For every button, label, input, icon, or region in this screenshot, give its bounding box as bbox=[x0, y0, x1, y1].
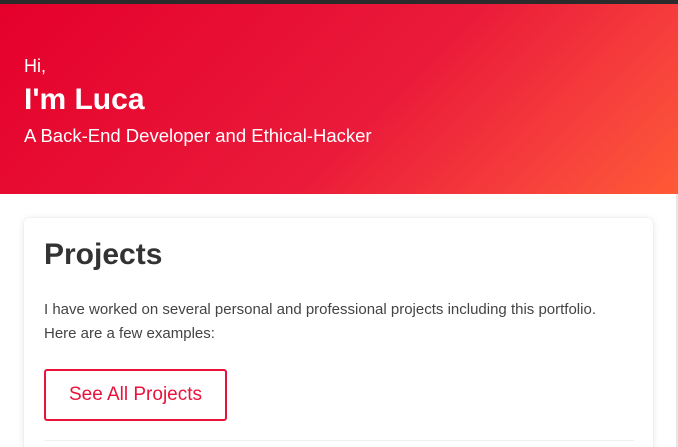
hero-banner: Hi, I'm Luca A Back-End Developer and Et… bbox=[0, 4, 678, 194]
page: Hi, I'm Luca A Back-End Developer and Et… bbox=[0, 0, 678, 447]
hero-tagline: A Back-End Developer and Ethical-Hacker bbox=[24, 125, 372, 146]
see-all-projects-button[interactable]: See All Projects bbox=[44, 369, 227, 421]
hero-greeting: Hi, bbox=[24, 56, 46, 76]
next-card-edge bbox=[44, 440, 634, 447]
projects-card: Projects I have worked on several person… bbox=[24, 218, 653, 447]
projects-title: Projects bbox=[44, 238, 163, 271]
hero-name: I'm Luca bbox=[24, 83, 145, 116]
projects-description: I have worked on several personal and pr… bbox=[44, 301, 596, 342]
